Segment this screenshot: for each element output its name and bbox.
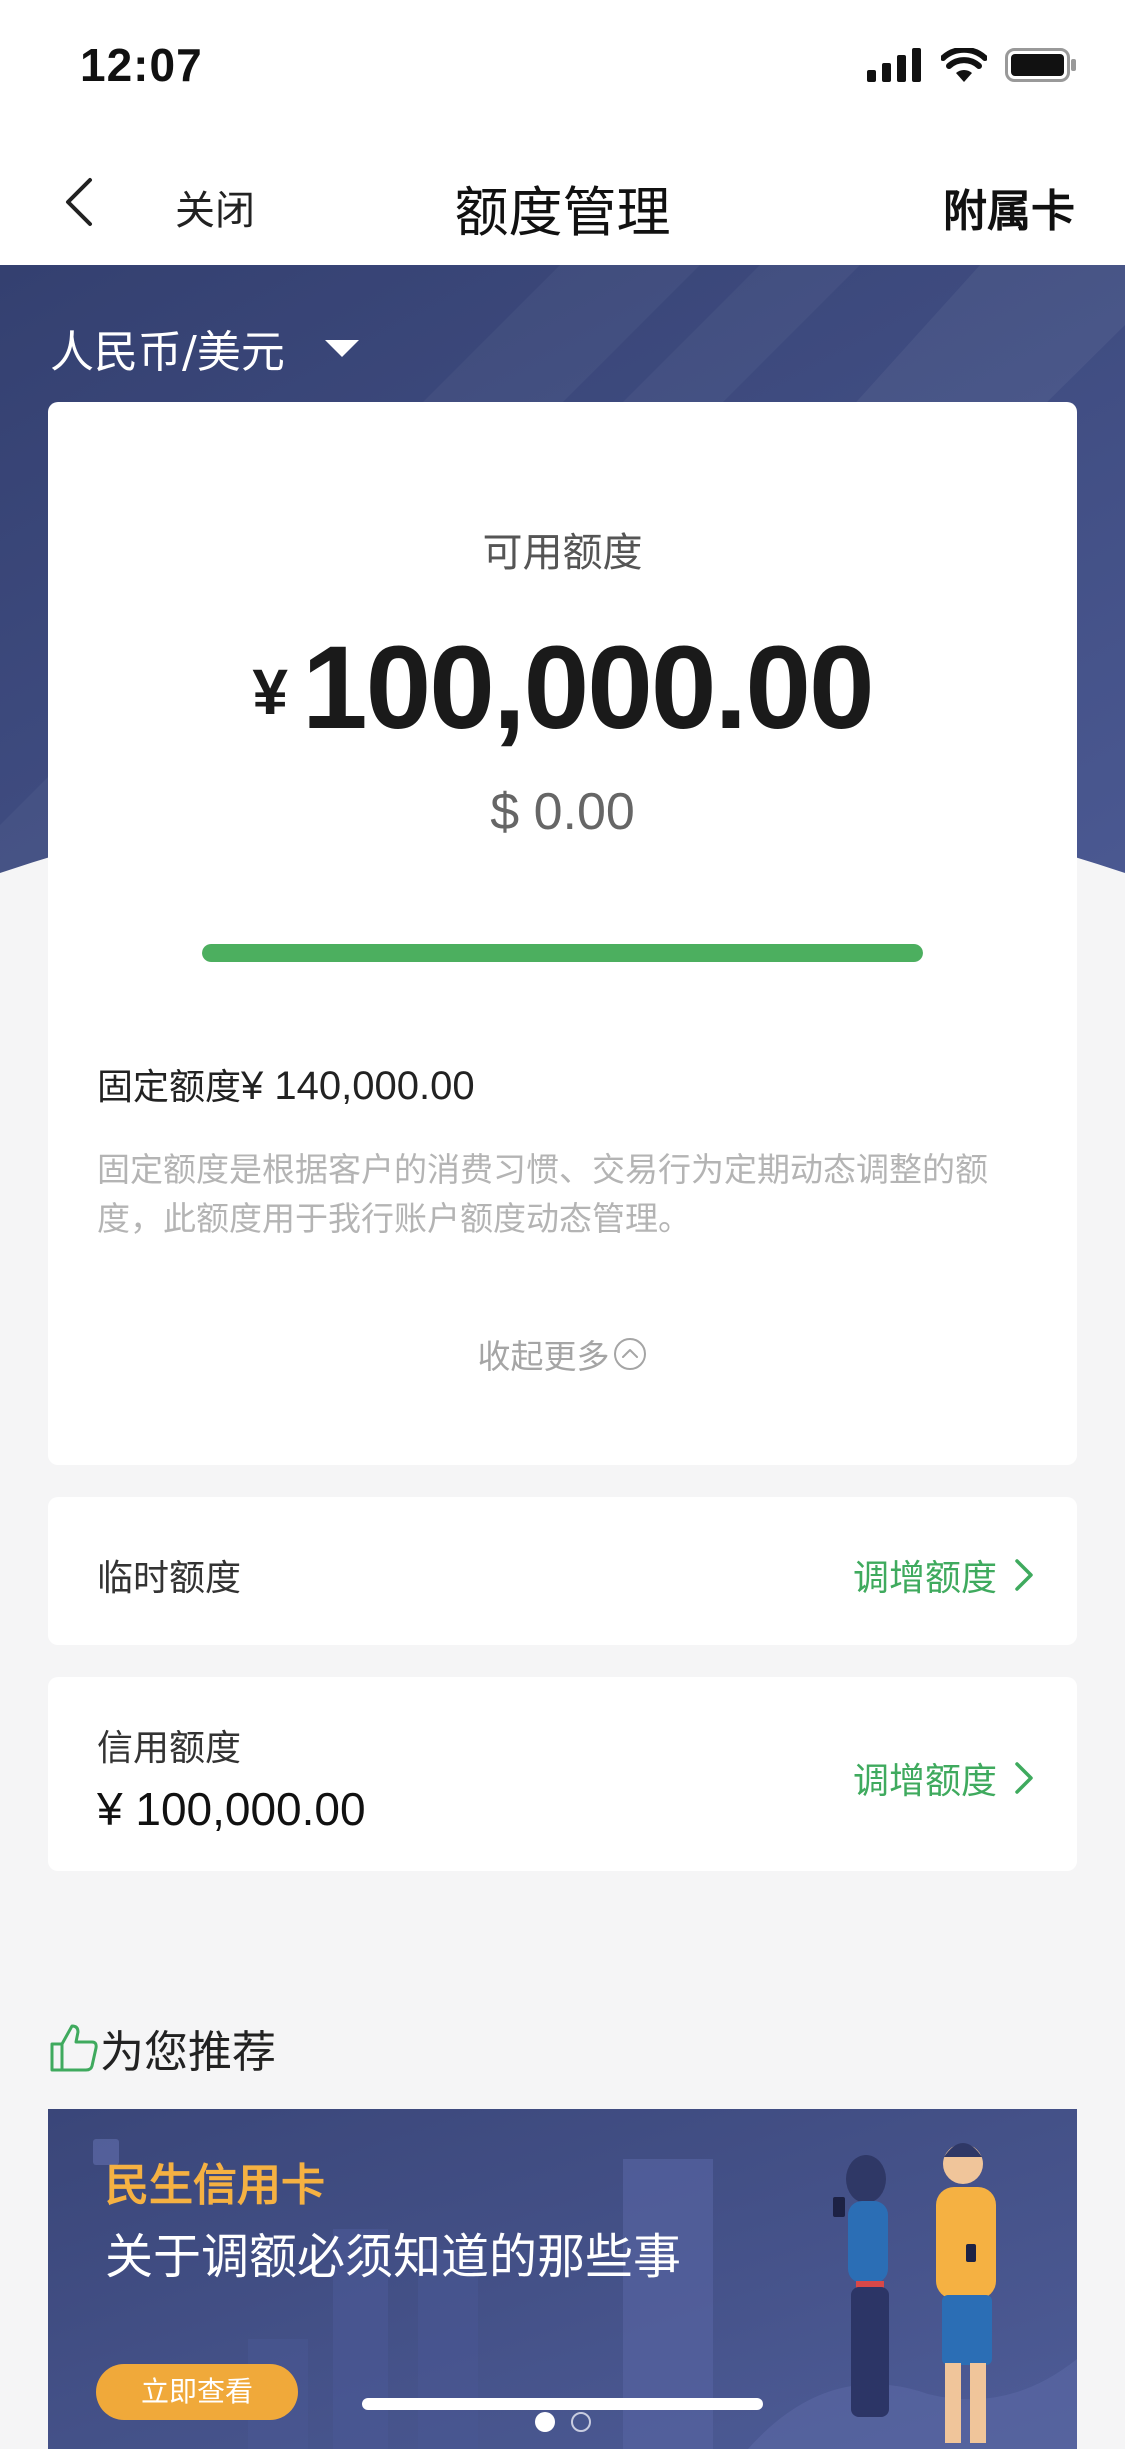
home-indicator[interactable] xyxy=(362,2398,763,2410)
page-title: 额度管理 xyxy=(454,181,671,244)
chevron-up-circle-icon xyxy=(613,1338,646,1370)
signal-icon xyxy=(867,48,921,82)
banner-headline: 关于调额必须知道的那些事 xyxy=(105,2229,682,2285)
status-time: 12:07 xyxy=(80,39,203,91)
credit-limit-amount: ¥ 100,000.00 xyxy=(97,1783,366,1835)
credit-limit-label: 信用额度 xyxy=(97,1728,242,1769)
collapse-more-label: 收起更多 xyxy=(477,1337,610,1376)
credit-progress-fill xyxy=(202,944,923,962)
available-credit-label: 可用额度 xyxy=(482,530,643,576)
chevron-right-icon xyxy=(1015,1762,1033,1794)
thumbs-up-icon xyxy=(50,2024,98,2072)
temporary-credit-label: 临时额度 xyxy=(97,1558,242,1599)
credit-limit-card[interactable]: 信用额度 ¥ 100,000.00 调增额度 xyxy=(48,1677,1077,1871)
credit-increase-label: 调增额度 xyxy=(852,1761,997,1802)
rmb-amount: 100,000.00 xyxy=(302,622,875,754)
carousel-indicator xyxy=(0,2412,1125,2432)
fixed-credit-label: 固定额度 xyxy=(97,1067,242,1108)
supplementary-card-button[interactable]: 附属卡 xyxy=(943,175,1075,239)
carousel-dot-active[interactable] xyxy=(534,2412,555,2432)
wifi-icon xyxy=(941,48,987,82)
temporary-increase-link[interactable]: 调增额度 xyxy=(853,1549,1035,1601)
chevron-left-icon xyxy=(66,178,92,226)
fixed-credit-description: 固定额度是根据客户的消费习惯、交易行为定期动态调整的额度，此额度用于我行账户额度… xyxy=(97,1150,988,1238)
close-button[interactable]: 关闭 xyxy=(175,178,255,236)
caret-down-icon xyxy=(324,339,359,357)
available-credit-amount: ¥100,000.00 xyxy=(48,620,1077,756)
back-button[interactable] xyxy=(58,174,108,230)
currency-selector-label: 人民币/美元 xyxy=(50,327,285,378)
temporary-credit-card[interactable]: 临时额度 调增额度 xyxy=(48,1497,1077,1645)
chevron-right-icon xyxy=(1015,1559,1033,1591)
currency-selector[interactable]: 人民币/美元 xyxy=(50,316,359,380)
credit-increase-link[interactable]: 调增额度 xyxy=(853,1752,1035,1804)
recommend-header: 为您推荐 xyxy=(48,2016,276,2080)
battery-icon xyxy=(1005,48,1076,82)
fixed-credit-row: 固定额度¥ 140,000.00 xyxy=(97,1058,475,1110)
recommend-title: 为您推荐 xyxy=(100,2027,276,2078)
collapse-more-button[interactable]: 收起更多 xyxy=(48,1330,1077,1378)
carousel-dot[interactable] xyxy=(570,2412,591,2432)
usd-amount: $ 0.00 xyxy=(490,783,635,841)
banner-brand: 民生信用卡 xyxy=(105,2160,325,2211)
credit-progress-bar xyxy=(202,944,923,962)
status-icons xyxy=(867,48,1077,82)
fixed-credit-amount: ¥ 140,000.00 xyxy=(241,1064,475,1108)
rmb-symbol: ¥ xyxy=(252,656,288,728)
temporary-increase-label: 调增额度 xyxy=(852,1558,997,1599)
